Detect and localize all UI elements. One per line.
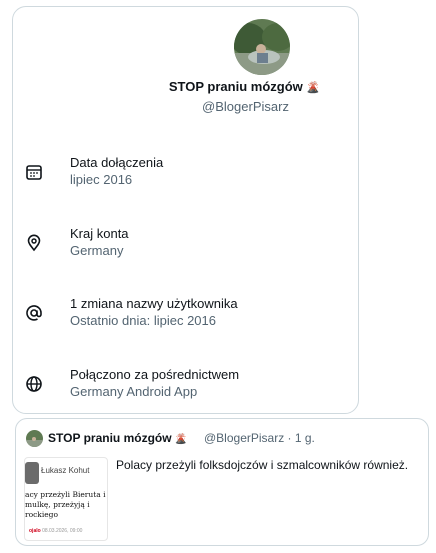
connected-via-value: Germany Android App [70,384,198,399]
volcano-emoji-icon: 🌋 [174,434,188,445]
tweet-text: Polacy przeżyli folksdojczów i szmalcown… [116,458,409,472]
tweet-author-name[interactable]: STOP praniu mózgów 🌋 [48,431,187,445]
profile-display-name: STOP praniu mózgów 🌋 [168,79,321,94]
preview-author: Łukasz Kohut [41,466,90,475]
tweet-meta[interactable]: @BlogerPisarz · 1 g. [204,431,315,445]
volcano-emoji-icon: 🌋 [306,82,321,94]
connected-via-row: Połączono za pośrednictwem Germany Andro… [25,367,345,407]
account-info-card: STOP praniu mózgów 🌋 @BlogerPisarz Data … [12,6,359,414]
author-photo [25,462,39,484]
join-date-value: lipiec 2016 [70,172,133,187]
calendar-icon [26,165,42,180]
profile-avatar[interactable] [234,19,290,75]
preview-headline: acy przeżyli Bieruta i mulkę, przeżyją i… [25,490,106,519]
username-changes-label: 1 zmiana nazwy użytkownika [70,296,238,311]
username-changes-value: Ostatnio dnia: lipiec 2016 [70,313,216,328]
tweet-link-preview[interactable]: Łukasz Kohut acy przeżyli Bieruta i mulk… [24,457,108,541]
username-changes-row: 1 zmiana nazwy użytkownika Ostatnio dnia… [25,296,345,336]
preview-brand: ojalo [29,528,41,534]
connected-via-label: Połączono za pośrednictwem [70,367,240,382]
join-date-label: Data dołączenia [70,155,164,170]
profile-handle[interactable]: @BlogerPisarz [13,99,358,114]
account-country-row: Kraj konta Germany [25,226,345,266]
preview-date: 08.03.2026, 09:00 [42,528,83,534]
join-date-row: Data dołączenia lipiec 2016 [25,155,345,195]
location-pin-icon [27,234,41,252]
account-country-value: Germany [70,243,124,258]
tweet-card[interactable]: STOP praniu mózgów 🌋 @BlogerPisarz · 1 g… [15,418,429,546]
tweet-avatar[interactable] [26,430,43,447]
account-country-label: Kraj konta [70,226,129,241]
preview-footer: ojalo 08.03.2026, 09:00 [29,528,82,534]
at-sign-icon [26,305,42,321]
globe-icon [26,376,42,392]
